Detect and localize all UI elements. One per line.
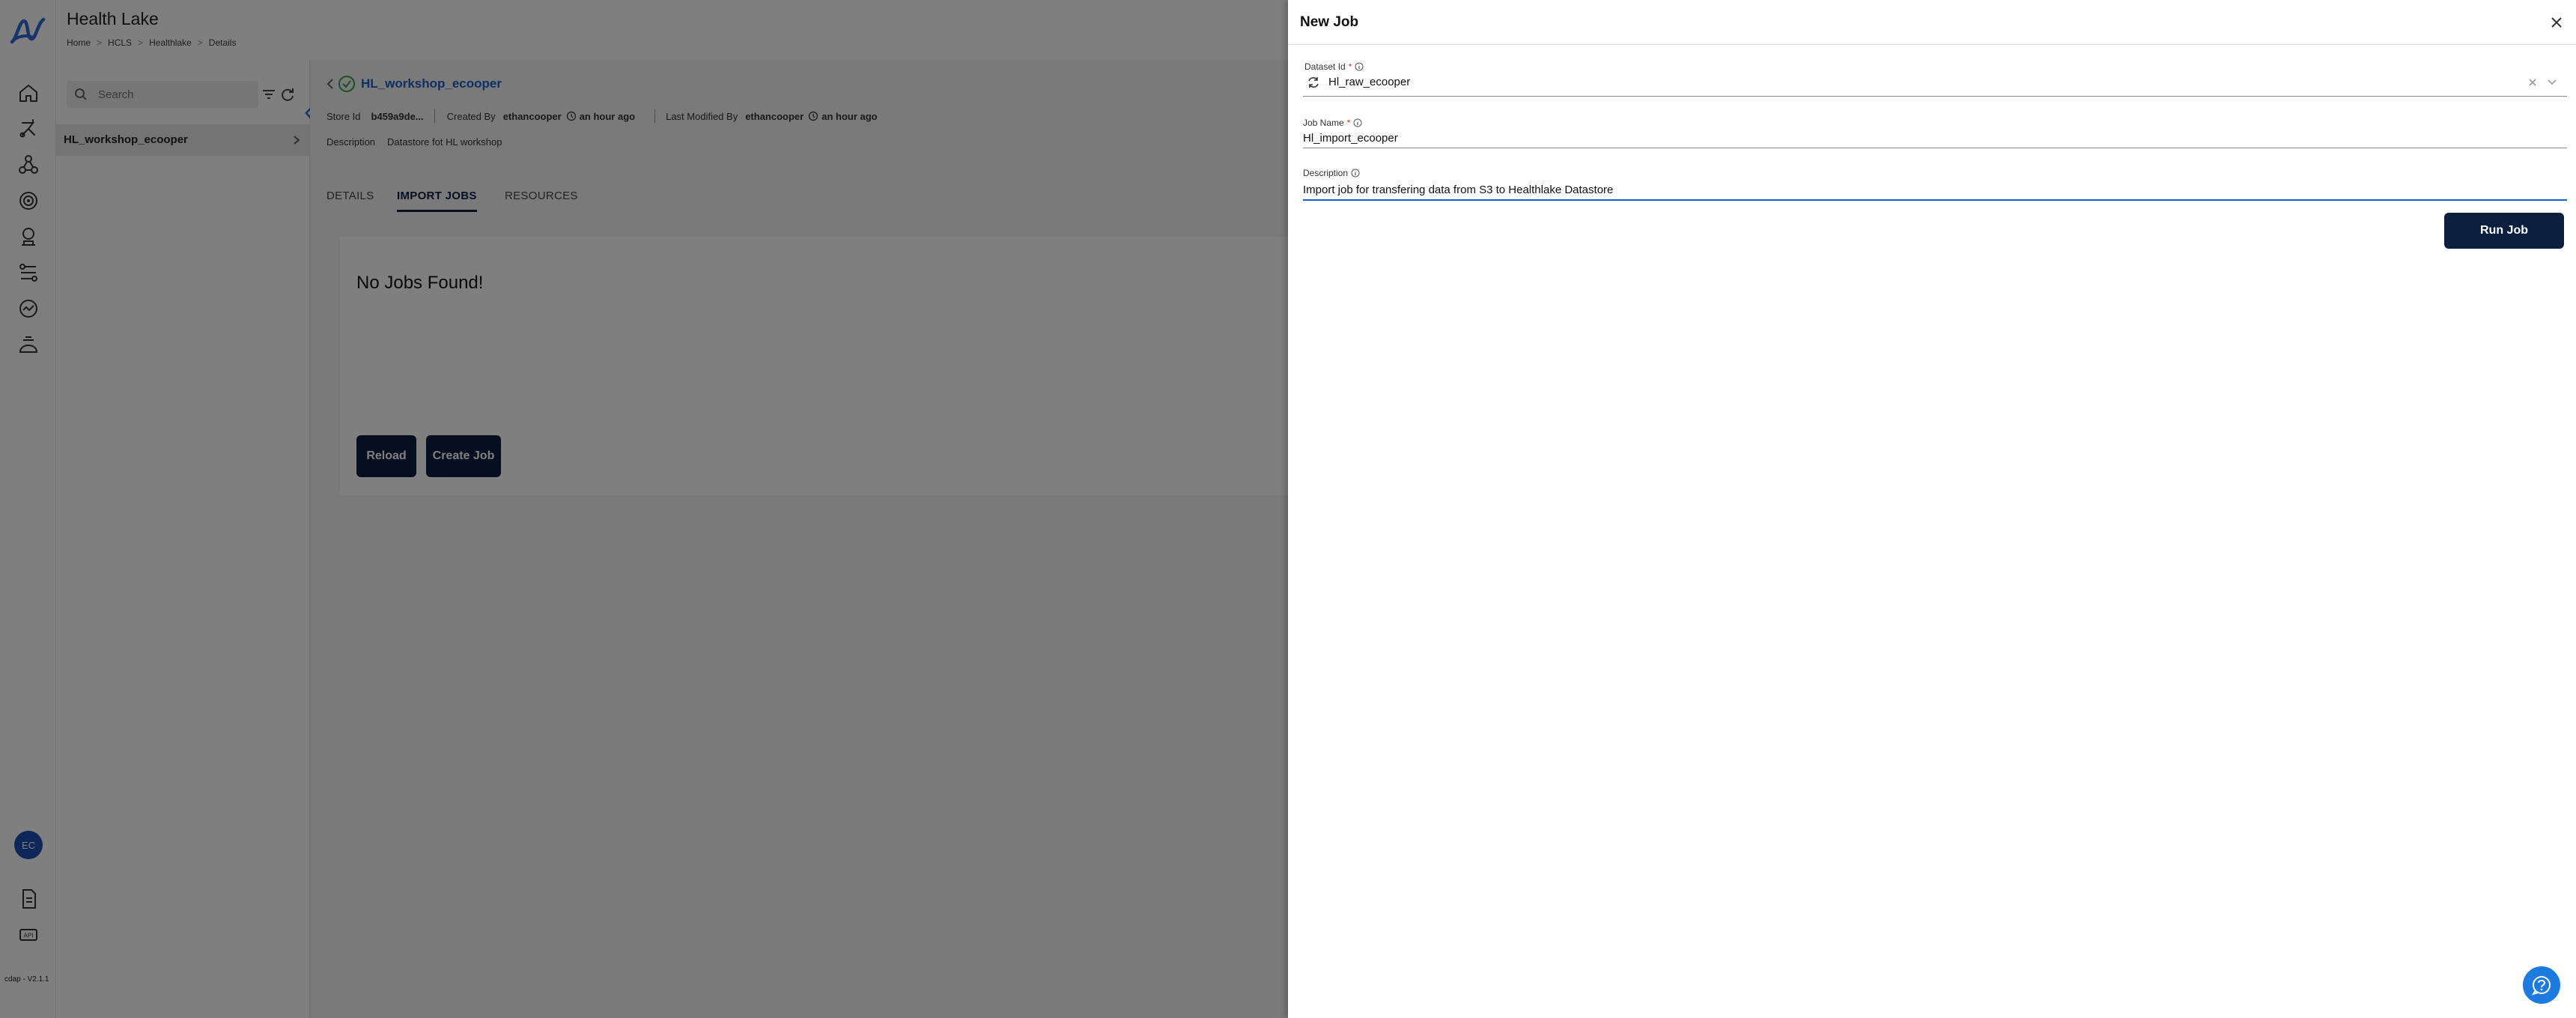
- description-label-row: Description: [1303, 168, 1360, 178]
- required-mark: *: [1346, 118, 1351, 128]
- dataset-id-label-row: Dataset Id *: [1304, 61, 1364, 72]
- drawer-header-divider: [1288, 44, 2576, 45]
- info-icon[interactable]: [1351, 169, 1360, 178]
- chevron-down-icon[interactable]: [2546, 77, 2558, 88]
- dataset-id-underline: [1303, 96, 2567, 97]
- job-name-label-row: Job Name *: [1303, 118, 1362, 128]
- required-mark: *: [1348, 61, 1352, 72]
- help-chat-button[interactable]: [2523, 966, 2560, 1004]
- job-name-input[interactable]: Hl_import_ecooper: [1303, 132, 1398, 145]
- job-name-label: Job Name: [1303, 118, 1344, 128]
- description-input[interactable]: Import job for transfering data from S3 …: [1303, 184, 1613, 196]
- run-job-button[interactable]: Run Job: [2444, 213, 2564, 249]
- help-icon: [2531, 976, 2551, 996]
- modal-backdrop[interactable]: [0, 0, 1288, 1018]
- description-underline-focused: [1303, 199, 2567, 201]
- refresh-icon[interactable]: [1306, 75, 1321, 90]
- new-job-drawer: New Job Dataset Id * Hl_raw_ecooper Job …: [1288, 0, 2576, 1018]
- clear-icon[interactable]: [2527, 77, 2538, 88]
- dataset-id-label: Dataset Id: [1304, 61, 1346, 72]
- dataset-id-select-value[interactable]: Hl_raw_ecooper: [1328, 76, 1410, 88]
- drawer-title: New Job: [1300, 14, 1359, 30]
- info-icon[interactable]: [1353, 118, 1362, 127]
- description-field-label: Description: [1303, 168, 1349, 178]
- info-icon[interactable]: [1355, 62, 1364, 71]
- close-icon[interactable]: [2548, 13, 2566, 31]
